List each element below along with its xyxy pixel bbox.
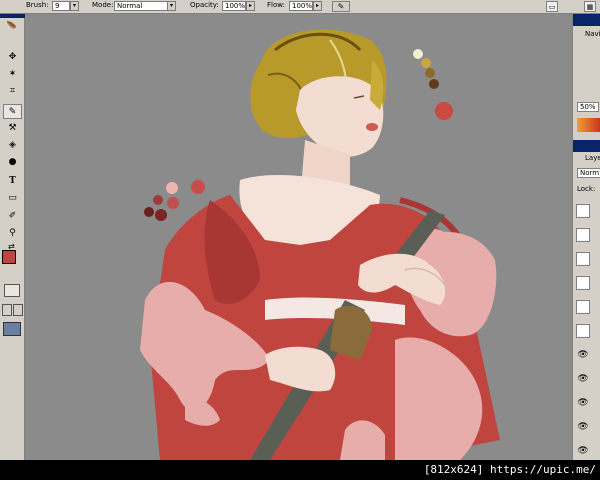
screen-mode-full-icon[interactable] bbox=[13, 304, 23, 316]
move-icon[interactable]: ✥ bbox=[3, 50, 22, 65]
swatch-hair-mid bbox=[425, 68, 435, 78]
flow-field[interactable]: 100% bbox=[289, 1, 313, 11]
watermark-text: [812x624] https://upic.me/ bbox=[423, 463, 596, 476]
brush-icon[interactable]: ✎ bbox=[3, 104, 22, 119]
opacity-dropdown[interactable]: ▸ bbox=[246, 1, 255, 11]
opacity-field[interactable]: 100% bbox=[222, 1, 246, 11]
eye-icon[interactable]: 👁 bbox=[576, 420, 590, 434]
palette-well: ▭ ▦ bbox=[542, 0, 600, 13]
toolbox-titlebar bbox=[0, 14, 25, 18]
swatch-lip bbox=[435, 102, 453, 120]
type-icon[interactable]: T bbox=[3, 174, 22, 189]
swatch-red bbox=[191, 180, 205, 194]
palette-well-icon[interactable]: ▦ bbox=[584, 1, 596, 12]
flow-dropdown[interactable]: ▸ bbox=[313, 1, 322, 11]
quick-mask-icon[interactable] bbox=[4, 284, 20, 297]
layers-blend-mode[interactable]: Norm bbox=[577, 168, 600, 178]
layers-lock-label: Lock: bbox=[577, 185, 596, 193]
layer-visibility-box[interactable] bbox=[576, 252, 590, 266]
layer-visibility-box[interactable] bbox=[576, 276, 590, 290]
opacity-label: Opacity: bbox=[190, 1, 219, 9]
flow-label: Flow: bbox=[267, 1, 285, 9]
swatch-maroon bbox=[144, 207, 154, 217]
hair-swatches bbox=[413, 49, 453, 120]
mode-dropdown[interactable]: ▾ bbox=[167, 1, 176, 11]
swatch-hair-dark bbox=[429, 79, 439, 89]
navigator-titlebar bbox=[573, 14, 600, 26]
lips bbox=[366, 123, 378, 131]
magic-wand-icon[interactable]: ✶ bbox=[3, 67, 22, 82]
jump-to-imageready-icon[interactable] bbox=[3, 322, 21, 336]
options-bar: Brush: 9 ▾ Mode: Normal ▾ Opacity: 100% … bbox=[0, 0, 600, 14]
eyedropper-icon[interactable]: ✐ bbox=[3, 209, 22, 224]
brush-size-field[interactable]: 9 bbox=[52, 1, 70, 11]
palette-panels: Navi 50% Laye Norm Lock: 👁 👁 👁 👁 👁 bbox=[572, 14, 600, 460]
brush-dropdown[interactable]: ▾ bbox=[70, 1, 79, 11]
swatch-red-dark bbox=[153, 195, 163, 205]
layers-tab[interactable]: Laye bbox=[585, 154, 600, 162]
layer-visibility-box[interactable] bbox=[576, 204, 590, 218]
feather-logo-icon[interactable]: 🪶 bbox=[3, 20, 22, 42]
mode-label: Mode: bbox=[92, 1, 114, 9]
navigator-slider[interactable] bbox=[577, 118, 600, 132]
bucket-icon[interactable]: ◈ bbox=[3, 138, 22, 153]
shape-icon[interactable]: ▭ bbox=[3, 191, 22, 206]
brush-label: Brush: bbox=[26, 1, 49, 9]
eye-icon[interactable]: 👁 bbox=[576, 396, 590, 410]
toolbox: 🪶 ✥ ✶ ⌗ ✎ ⚒ ◈ ● T ▭ ✐ ⚲ ⇄ bbox=[0, 14, 25, 460]
swatch-pink bbox=[166, 182, 178, 194]
foreground-color-swatch[interactable] bbox=[2, 250, 16, 264]
painting bbox=[140, 29, 500, 460]
layers-titlebar bbox=[573, 140, 600, 152]
navigator-zoom-field[interactable]: 50% bbox=[577, 102, 599, 112]
file-browser-icon[interactable]: ▭ bbox=[546, 1, 558, 12]
layer-visibility-box[interactable] bbox=[576, 300, 590, 314]
stamp-icon[interactable]: ⚒ bbox=[3, 121, 22, 136]
dodge-icon[interactable]: ● bbox=[3, 155, 22, 170]
eye-icon[interactable]: 👁 bbox=[576, 372, 590, 386]
eye-icon[interactable]: 👁 bbox=[576, 444, 590, 458]
zoom-icon[interactable]: ⚲ bbox=[3, 226, 22, 241]
document-canvas[interactable] bbox=[25, 14, 572, 460]
screen-mode-standard-icon[interactable] bbox=[2, 304, 12, 316]
swatch-red-mid bbox=[167, 197, 179, 209]
swatch-hair-gold bbox=[421, 58, 431, 68]
layer-visibility-box[interactable] bbox=[576, 228, 590, 242]
bottom-bar: [812x624] https://upic.me/ bbox=[0, 460, 600, 480]
layer-visibility-box[interactable] bbox=[576, 324, 590, 338]
mode-select[interactable]: Normal bbox=[114, 1, 170, 11]
navigator-tab[interactable]: Navi bbox=[585, 30, 600, 38]
swatch-hair-light bbox=[413, 49, 423, 59]
swatch-maroon-2 bbox=[155, 209, 167, 221]
crop-icon[interactable]: ⌗ bbox=[3, 84, 22, 99]
eye-icon[interactable]: 👁 bbox=[576, 348, 590, 362]
airbrush-icon[interactable]: ✎ bbox=[332, 1, 350, 12]
